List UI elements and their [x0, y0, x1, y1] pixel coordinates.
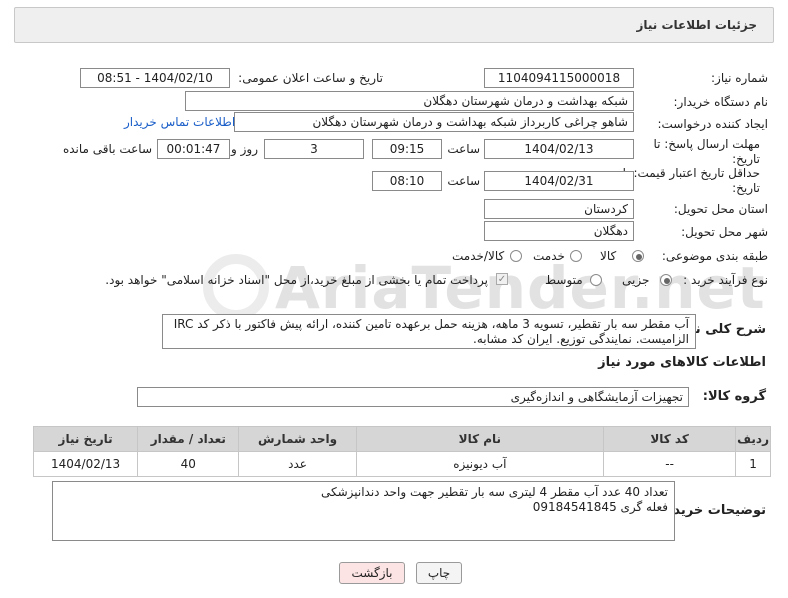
goods-section-title: اطلاعات کالاهای مورد نیاز [598, 355, 766, 370]
process-option-medium: متوسط [545, 273, 583, 287]
buyer-notes-line-1: تعداد 40 عدد آب مقطر 4 لیتری سه بار تقطی… [320, 485, 668, 499]
buyer-contact-link[interactable]: اطلاعات تماس خریدار [124, 115, 235, 129]
category-radio-goods[interactable] [632, 250, 644, 262]
category-radio-service[interactable] [570, 250, 582, 262]
city-label: شهر محل تحویل: [681, 225, 768, 239]
province-label: استان محل تحویل: [673, 202, 768, 216]
need-number-field: 1104094115000018 [484, 68, 634, 88]
col-date: تاریخ نیاز [32, 426, 139, 452]
announce-label: تاریخ و ساعت اعلان عمومی: [238, 71, 383, 85]
days-label: روز و [231, 142, 258, 156]
validity-date-field: 1404/02/31 [484, 171, 634, 191]
description-text: آب مقطر سه بار تقطیر، تسویه 3 ماهه، هزین… [173, 317, 689, 346]
payment-checkbox[interactable]: ✓ [496, 273, 508, 285]
process-label: نوع فرآیند خرید : [683, 273, 768, 287]
col-row: ردیف [735, 426, 771, 452]
col-code: کد کالا [603, 426, 737, 452]
process-radio-minor[interactable] [660, 274, 672, 286]
deadline-time-field: 09:15 [372, 139, 442, 159]
validity-time-field: 08:10 [372, 171, 442, 191]
print-button[interactable]: چاپ [416, 562, 462, 584]
deadline-time-label: ساعت [447, 142, 480, 156]
cell-row: 1 [735, 451, 771, 477]
page-title: جزئیات اطلاعات نیاز [636, 18, 757, 32]
province-field: کردستان [484, 199, 634, 219]
days-field: 3 [264, 139, 364, 159]
buyer-notes-textarea: تعداد 40 عدد آب مقطر 4 لیتری سه بار تقطی… [52, 481, 675, 541]
watermark-logo-icon [203, 254, 269, 320]
watermark-text: AriaTender.net [275, 254, 766, 322]
goods-group-label: گروه کالا: [702, 389, 766, 404]
cell-unit: عدد [238, 451, 357, 477]
cell-name: آب دیونیزه [355, 451, 605, 477]
category-radio-goods-service[interactable] [510, 250, 522, 262]
remaining-time-field: 00:01:47 [157, 139, 230, 159]
creator-label: ایجاد کننده درخواست: [657, 117, 768, 131]
goods-table: ردیف کد کالا نام کالا واحد شمارش تعداد /… [32, 426, 771, 477]
table-row: 1 -- آب دیونیزه عدد 40 1404/02/13 [32, 451, 771, 477]
deadline-date-field: 1404/02/13 [484, 139, 634, 159]
category-option-goods-service: کالا/خدمت [452, 249, 505, 263]
cell-code: -- [603, 451, 737, 477]
remaining-time-label: ساعت باقی مانده [62, 142, 152, 156]
deadline-label: مهلت ارسال پاسخ: تا تاریخ: [653, 137, 760, 166]
goods-table-header: ردیف کد کالا نام کالا واحد شمارش تعداد /… [32, 426, 771, 452]
col-qty: تعداد / مقدار [137, 426, 240, 452]
cell-date: 1404/02/13 [32, 451, 139, 477]
category-label: طبقه بندی موضوعی: [661, 249, 768, 263]
cell-qty: 40 [137, 451, 240, 477]
buyer-label: نام دستگاه خریدار: [673, 95, 769, 109]
buyer-field: شبکه بهداشت و درمان شهرستان دهگلان [185, 91, 634, 111]
category-option-service: خدمت [533, 249, 565, 263]
payment-note: پرداخت تمام یا بخشی از مبلغ خرید،از محل … [105, 273, 488, 287]
city-field: دهگلان [484, 221, 634, 241]
process-radio-medium[interactable] [590, 274, 602, 286]
description-textarea: آب مقطر سه بار تقطیر، تسویه 3 ماهه، هزین… [162, 314, 696, 349]
need-number-label: شماره نیاز: [711, 71, 768, 85]
page-header: جزئیات اطلاعات نیاز [14, 7, 774, 43]
col-name: نام کالا [355, 426, 605, 452]
validity-time-label: ساعت [447, 174, 480, 188]
buyer-notes-line-2: فعله گری 09184541845 [532, 500, 668, 514]
process-option-minor: جزیی [622, 273, 650, 287]
creator-field: شاهو چراغی کاربرداز شبکه بهداشت و درمان … [234, 112, 634, 132]
announce-field: 1404/02/10 - 08:51 [80, 68, 230, 88]
validity-label: حداقل تاریخ اعتبار قیمت: تا تاریخ: [622, 166, 760, 195]
category-option-goods: کالا [600, 249, 617, 263]
goods-group-field: تجهیزات آزمایشگاهی و اندازه‌گیری [137, 387, 689, 407]
back-button[interactable]: بازگشت [339, 562, 405, 584]
col-unit: واحد شمارش [238, 426, 357, 452]
